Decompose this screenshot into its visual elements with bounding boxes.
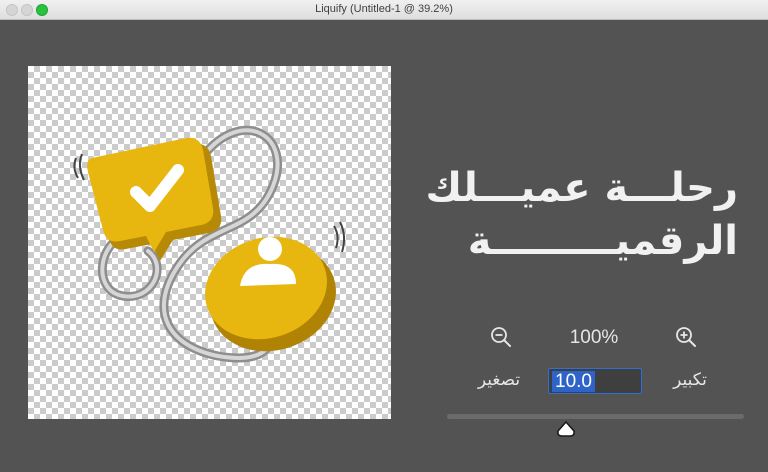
brush-size-input[interactable]: 10.0 — [548, 368, 642, 394]
brush-size-value[interactable]: 10.0 — [552, 371, 595, 392]
zoom-out-icon[interactable] — [489, 325, 513, 349]
window-title: Liquify (Untitled-1 @ 39.2%) — [315, 3, 453, 15]
title-bar: Liquify (Untitled-1 @ 39.2%) — [0, 0, 768, 20]
shrink-label: تصغير — [477, 370, 521, 390]
brush-size-slider[interactable] — [447, 414, 744, 419]
preview-canvas[interactable] — [28, 66, 391, 419]
enlarge-label: تكبير — [673, 370, 707, 390]
headline-line-1: رحلـــة عميـــلك — [425, 165, 738, 211]
journey-illustration — [73, 125, 346, 363]
canvas-headline: رحلـــة عميـــلك الرقميـــــــــة — [408, 162, 738, 268]
user-coin-icon — [205, 236, 336, 352]
zoom-level-readout: 100% — [569, 327, 619, 348]
headline-line-2: الرقميـــــــــة — [467, 218, 738, 264]
zoom-in-icon[interactable] — [674, 325, 698, 349]
slider-thumb[interactable] — [555, 420, 577, 438]
